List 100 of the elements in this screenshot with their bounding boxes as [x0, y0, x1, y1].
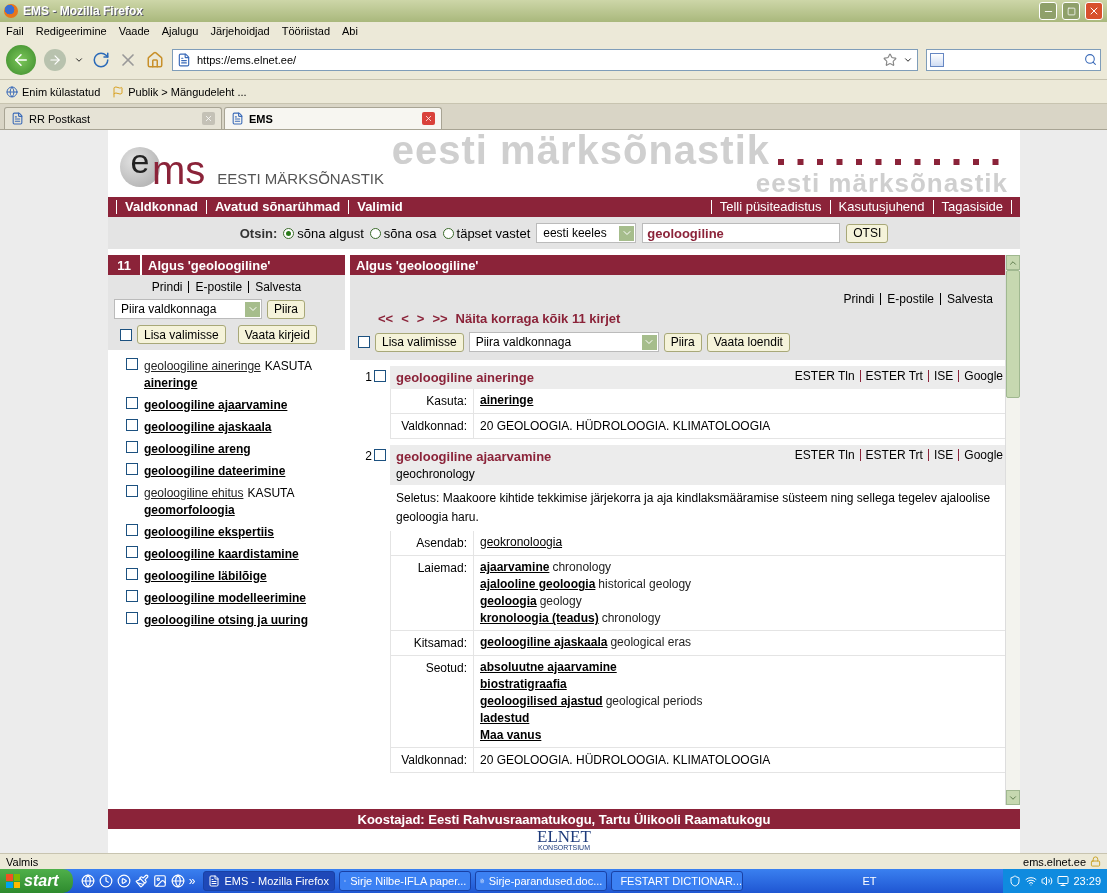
action-link[interactable]: Salvesta	[249, 281, 308, 293]
catalog-link[interactable]: ESTER Tln	[789, 449, 861, 461]
checkbox[interactable]	[374, 370, 386, 382]
catalog-link[interactable]: ISE	[928, 370, 960, 382]
clock-icon[interactable]	[98, 874, 113, 888]
term-link[interactable]: geoloogiline kaardistamine	[144, 546, 299, 563]
monitor-icon[interactable]	[1057, 875, 1070, 887]
checkbox[interactable]	[126, 419, 138, 431]
action-link[interactable]: Prindi	[837, 293, 882, 305]
filter-button[interactable]: Piira	[267, 299, 305, 319]
nav-link[interactable]: Valimid	[349, 200, 411, 214]
browser-tab[interactable]: RR Postkast	[4, 107, 222, 129]
checkbox[interactable]	[126, 546, 138, 558]
radio-option[interactable]: sõna algust	[283, 225, 364, 241]
picture-icon[interactable]	[152, 874, 167, 888]
search-field[interactable]	[926, 48, 1101, 71]
term-link[interactable]: geoloogiline aineringe	[144, 358, 261, 375]
term-link[interactable]: geoloogiline ajaarvamine	[144, 397, 288, 414]
network-icon[interactable]	[1025, 875, 1038, 887]
close-tab-icon[interactable]	[422, 112, 435, 125]
dropdown[interactable]: eesti keeles	[536, 223, 637, 243]
dropdown[interactable]: Piira valdkonnaga	[468, 332, 659, 352]
radio-button[interactable]	[442, 227, 454, 239]
pager-link[interactable]: <	[401, 311, 409, 326]
brush-icon[interactable]	[134, 874, 149, 888]
term-link[interactable]: ajaarvamine	[480, 560, 550, 575]
add-button[interactable]: Lisa valimisse	[137, 325, 226, 344]
term-link[interactable]: geoloogiline dateerimine	[144, 463, 286, 480]
checkbox[interactable]	[126, 463, 138, 475]
speaker-icon[interactable]	[1041, 875, 1054, 887]
language-indicator[interactable]: ET	[862, 875, 885, 887]
browser-tab[interactable]: EMS	[224, 107, 442, 129]
term-link[interactable]: geoloogiline ajaskaala	[144, 419, 272, 436]
term-link[interactable]: biostratigraafia	[480, 677, 567, 692]
catalog-link[interactable]: ESTER Trt	[860, 370, 929, 382]
checkbox[interactable]	[358, 336, 370, 348]
radio-option[interactable]: täpset vastet	[442, 225, 531, 241]
checkbox[interactable]	[126, 358, 138, 370]
search-button[interactable]: OTSI	[846, 223, 889, 243]
term-link[interactable]: geomorfoloogia	[144, 502, 344, 519]
more-button[interactable]: »	[188, 874, 196, 888]
action-link[interactable]: E-postile	[189, 281, 250, 293]
dropdown[interactable]: Piira valdkonnaga	[114, 299, 262, 319]
term-link[interactable]: geoloogiline otsing ja uuring	[144, 612, 308, 629]
radio-button[interactable]	[369, 227, 381, 239]
term-link[interactable]: geoloogiline ekspertiis	[144, 524, 275, 541]
menu-item[interactable]: Tööriistad	[281, 25, 330, 37]
search-icon[interactable]	[1084, 53, 1097, 66]
bookmark-link[interactable]: Enim külastatud	[6, 85, 101, 98]
checkbox[interactable]	[126, 524, 138, 536]
address-field[interactable]: https://ems.elnet.ee/	[172, 48, 918, 71]
catalog-link[interactable]: ESTER Trt	[860, 449, 929, 461]
radio-button[interactable]	[283, 227, 295, 239]
checkbox[interactable]	[126, 612, 138, 624]
term-link[interactable]: geoloogiline läbilõige	[144, 568, 267, 585]
action-link[interactable]: Salvesta	[940, 293, 999, 305]
term-link[interactable]: geoloogiline modelleerimine	[144, 590, 307, 607]
minimize-button[interactable]	[1039, 2, 1057, 20]
taskbar-window-button[interactable]: Sirje Nilbe-IFLA paper...	[339, 871, 472, 891]
search-input[interactable]: geoloogiline	[642, 223, 841, 243]
view-button[interactable]: Vaata loendit	[706, 332, 790, 352]
pager-link[interactable]: <<	[378, 311, 394, 326]
checkbox[interactable]	[126, 441, 138, 453]
star-icon[interactable]	[883, 52, 897, 67]
checkbox[interactable]	[126, 485, 138, 497]
term-link[interactable]: geokronoloogia	[480, 535, 563, 550]
taskbar-window-button[interactable]: FESTART DICTIONAR...	[611, 871, 744, 891]
shield-icon[interactable]	[1009, 875, 1022, 887]
checkbox[interactable]	[120, 328, 132, 341]
bookmark-link[interactable]: Publik > Mängudeleht ...	[112, 85, 247, 98]
radio-option[interactable]: sõna osa	[369, 225, 437, 241]
term-link[interactable]: kronoloogia (teadus)	[480, 611, 599, 626]
view-button[interactable]: Vaata kirjeid	[237, 325, 317, 344]
catalog-link[interactable]: ISE	[928, 449, 960, 461]
term-link[interactable]: geoloogiline ehitus	[144, 485, 244, 502]
term-link[interactable]: geoloogiline areng	[144, 441, 251, 458]
action-link[interactable]: Prindi	[145, 281, 190, 293]
term-link[interactable]: aineringe	[144, 375, 344, 392]
taskbar-window-button[interactable]: Sirje-parandused.doc...	[475, 871, 608, 891]
nav-link[interactable]: Tagasiside	[933, 200, 1011, 214]
catalog-link[interactable]: Google	[959, 370, 1003, 382]
pager-link[interactable]: >	[416, 311, 425, 326]
pager-link[interactable]: >>	[432, 311, 448, 326]
nav-link[interactable]: Kasutusjuhend	[830, 200, 934, 214]
catalog-link[interactable]: Google	[959, 449, 1003, 461]
action-link[interactable]: E-postile	[881, 293, 941, 305]
nav-link[interactable]: Avatud sõnarühmad	[206, 200, 350, 214]
close-button[interactable]	[1085, 2, 1103, 20]
scroll-thumb[interactable]	[1006, 270, 1020, 398]
play-icon[interactable]	[116, 874, 131, 888]
term-link[interactable]: aineringe	[480, 393, 534, 408]
filter-button[interactable]: Piira	[663, 332, 702, 352]
term-link[interactable]: geoloogiline ajaskaala	[480, 635, 608, 650]
term-link[interactable]: ajalooline geoloogia	[480, 577, 596, 592]
term-link[interactable]: geoloogilised ajastud	[480, 694, 603, 709]
nav-link[interactable]: Telli püsiteadistus	[711, 200, 831, 214]
reload-icon[interactable]	[92, 50, 110, 69]
menu-item[interactable]: Abi	[342, 25, 358, 37]
menu-item[interactable]: Ajalugu	[161, 25, 199, 37]
maximize-button[interactable]	[1062, 2, 1080, 20]
